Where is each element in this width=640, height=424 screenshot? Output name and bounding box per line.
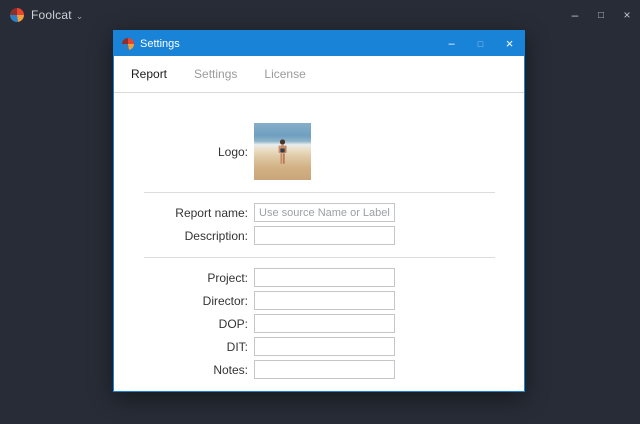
foolcat-logo-icon	[122, 38, 134, 50]
main-window-controls: – □ ×	[562, 0, 640, 30]
dialog-title: Settings	[140, 38, 180, 50]
description-input[interactable]	[254, 226, 395, 245]
dialog-maximize-button: □	[466, 31, 495, 56]
description-label: Description:	[114, 229, 254, 243]
main-titlebar: Foolcat ⌄	[0, 0, 640, 30]
person-on-beach-icon	[276, 139, 289, 169]
notes-row: Notes:	[114, 360, 524, 379]
close-button[interactable]: ×	[614, 0, 640, 30]
app-title: Foolcat	[31, 8, 72, 22]
tab-bar: Report Settings License	[114, 56, 524, 93]
notes-label: Notes:	[114, 363, 254, 377]
director-row: Director:	[114, 291, 524, 310]
chevron-down-icon[interactable]: ⌄	[76, 11, 84, 22]
separator	[144, 192, 495, 193]
project-row: Project:	[114, 268, 524, 287]
report-name-row: Report name:	[114, 203, 524, 222]
dit-row: DIT:	[114, 337, 524, 356]
minimize-button[interactable]: –	[562, 0, 588, 30]
tab-settings[interactable]: Settings	[194, 67, 237, 81]
dit-input[interactable]	[254, 337, 395, 356]
project-input[interactable]	[254, 268, 395, 287]
dop-label: DOP:	[114, 317, 254, 331]
tab-license[interactable]: License	[264, 67, 305, 81]
notes-input[interactable]	[254, 360, 395, 379]
project-label: Project:	[114, 271, 254, 285]
dop-input[interactable]	[254, 314, 395, 333]
dialog-close-button[interactable]: ×	[495, 31, 524, 56]
dit-label: DIT:	[114, 340, 254, 354]
description-row: Description:	[114, 226, 524, 245]
logo-row: Logo:	[114, 123, 524, 180]
tab-report[interactable]: Report	[131, 67, 167, 81]
director-input[interactable]	[254, 291, 395, 310]
director-label: Director:	[114, 294, 254, 308]
foolcat-logo-icon	[10, 8, 24, 22]
settings-dialog: Settings – □ × Report Settings License L…	[113, 30, 525, 392]
separator	[144, 257, 495, 258]
dialog-titlebar: Settings – □ ×	[114, 31, 524, 56]
logo-label: Logo:	[114, 145, 254, 159]
report-form: Logo: Report name: Description:	[114, 123, 524, 379]
report-name-input[interactable]	[254, 203, 395, 222]
dialog-minimize-button[interactable]: –	[437, 31, 466, 56]
logo-image[interactable]	[254, 123, 311, 180]
maximize-button[interactable]: □	[588, 0, 614, 30]
dop-row: DOP:	[114, 314, 524, 333]
dialog-window-controls: – □ ×	[437, 31, 524, 56]
report-name-label: Report name:	[114, 206, 254, 220]
